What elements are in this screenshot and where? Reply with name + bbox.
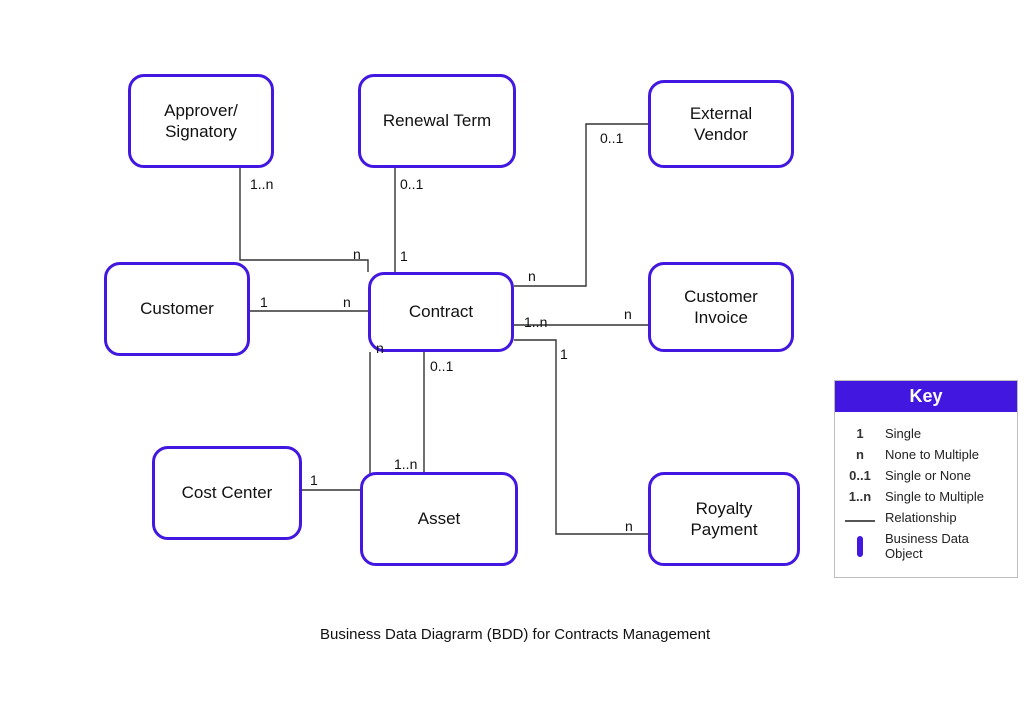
cardinality-label: 0..1 <box>430 358 453 374</box>
legend-shape-symbol <box>845 539 875 554</box>
cardinality-label: n <box>624 306 632 322</box>
cardinality-label: 1 <box>260 294 268 310</box>
cardinality-label: 0..1 <box>600 130 623 146</box>
entity-asset: Asset <box>360 472 518 566</box>
cardinality-label: n <box>528 268 536 284</box>
legend-row: 1 Single <box>845 426 1007 441</box>
cardinality-label: 1..n <box>524 314 547 330</box>
legend-line-symbol <box>845 510 875 525</box>
entity-label: Asset <box>418 508 461 529</box>
legend-row: Business DataObject <box>845 531 1007 561</box>
entity-label: Cost Center <box>182 482 273 503</box>
legend-symbol: 1 <box>845 426 875 441</box>
entity-renewal-term: Renewal Term <box>358 74 516 168</box>
legend-text: Business DataObject <box>885 531 969 561</box>
legend-symbol: 0..1 <box>845 468 875 483</box>
cardinality-label: 1..n <box>394 456 417 472</box>
legend-row: 1..n Single to Multiple <box>845 489 1007 504</box>
cardinality-label: 1 <box>560 346 568 362</box>
legend-title: Key <box>835 381 1017 412</box>
entity-royalty-payment: RoyaltyPayment <box>648 472 800 566</box>
legend-symbol: n <box>845 447 875 462</box>
entity-customer-invoice: CustomerInvoice <box>648 262 794 352</box>
legend-body: 1 Single n None to Multiple 0..1 Single … <box>835 412 1017 577</box>
entity-label: Renewal Term <box>383 110 491 131</box>
entity-label: Contract <box>409 301 473 322</box>
cardinality-label: n <box>376 340 384 356</box>
legend-text: Single to Multiple <box>885 489 984 504</box>
cardinality-label: n <box>343 294 351 310</box>
diagram-caption: Business Data Diagrarm (BDD) for Contrac… <box>320 626 710 643</box>
entity-label: RoyaltyPayment <box>690 498 757 541</box>
cardinality-label: 1 <box>310 472 318 488</box>
entity-contract: Contract <box>368 272 514 352</box>
entity-external-vendor: ExternalVendor <box>648 80 794 168</box>
cardinality-label: 1..n <box>250 176 273 192</box>
legend-box: Key 1 Single n None to Multiple 0..1 Sin… <box>834 380 1018 578</box>
legend-text: Relationship <box>885 510 957 525</box>
legend-row: n None to Multiple <box>845 447 1007 462</box>
legend-text: None to Multiple <box>885 447 979 462</box>
entity-label: ExternalVendor <box>690 103 752 146</box>
entity-label: Customer <box>140 298 214 319</box>
entity-label: CustomerInvoice <box>684 286 758 329</box>
cardinality-label: 1 <box>400 248 408 264</box>
legend-row: 0..1 Single or None <box>845 468 1007 483</box>
entity-label: Approver/Signatory <box>164 100 238 143</box>
entity-cost-center: Cost Center <box>152 446 302 540</box>
legend-text: Single <box>885 426 921 441</box>
legend-symbol: 1..n <box>845 489 875 504</box>
cardinality-label: n <box>353 246 361 262</box>
legend-text: Single or None <box>885 468 971 483</box>
legend-row: Relationship <box>845 510 1007 525</box>
entity-customer: Customer <box>104 262 250 356</box>
cardinality-label: n <box>625 518 633 534</box>
entity-approver-signatory: Approver/Signatory <box>128 74 274 168</box>
cardinality-label: 0..1 <box>400 176 423 192</box>
